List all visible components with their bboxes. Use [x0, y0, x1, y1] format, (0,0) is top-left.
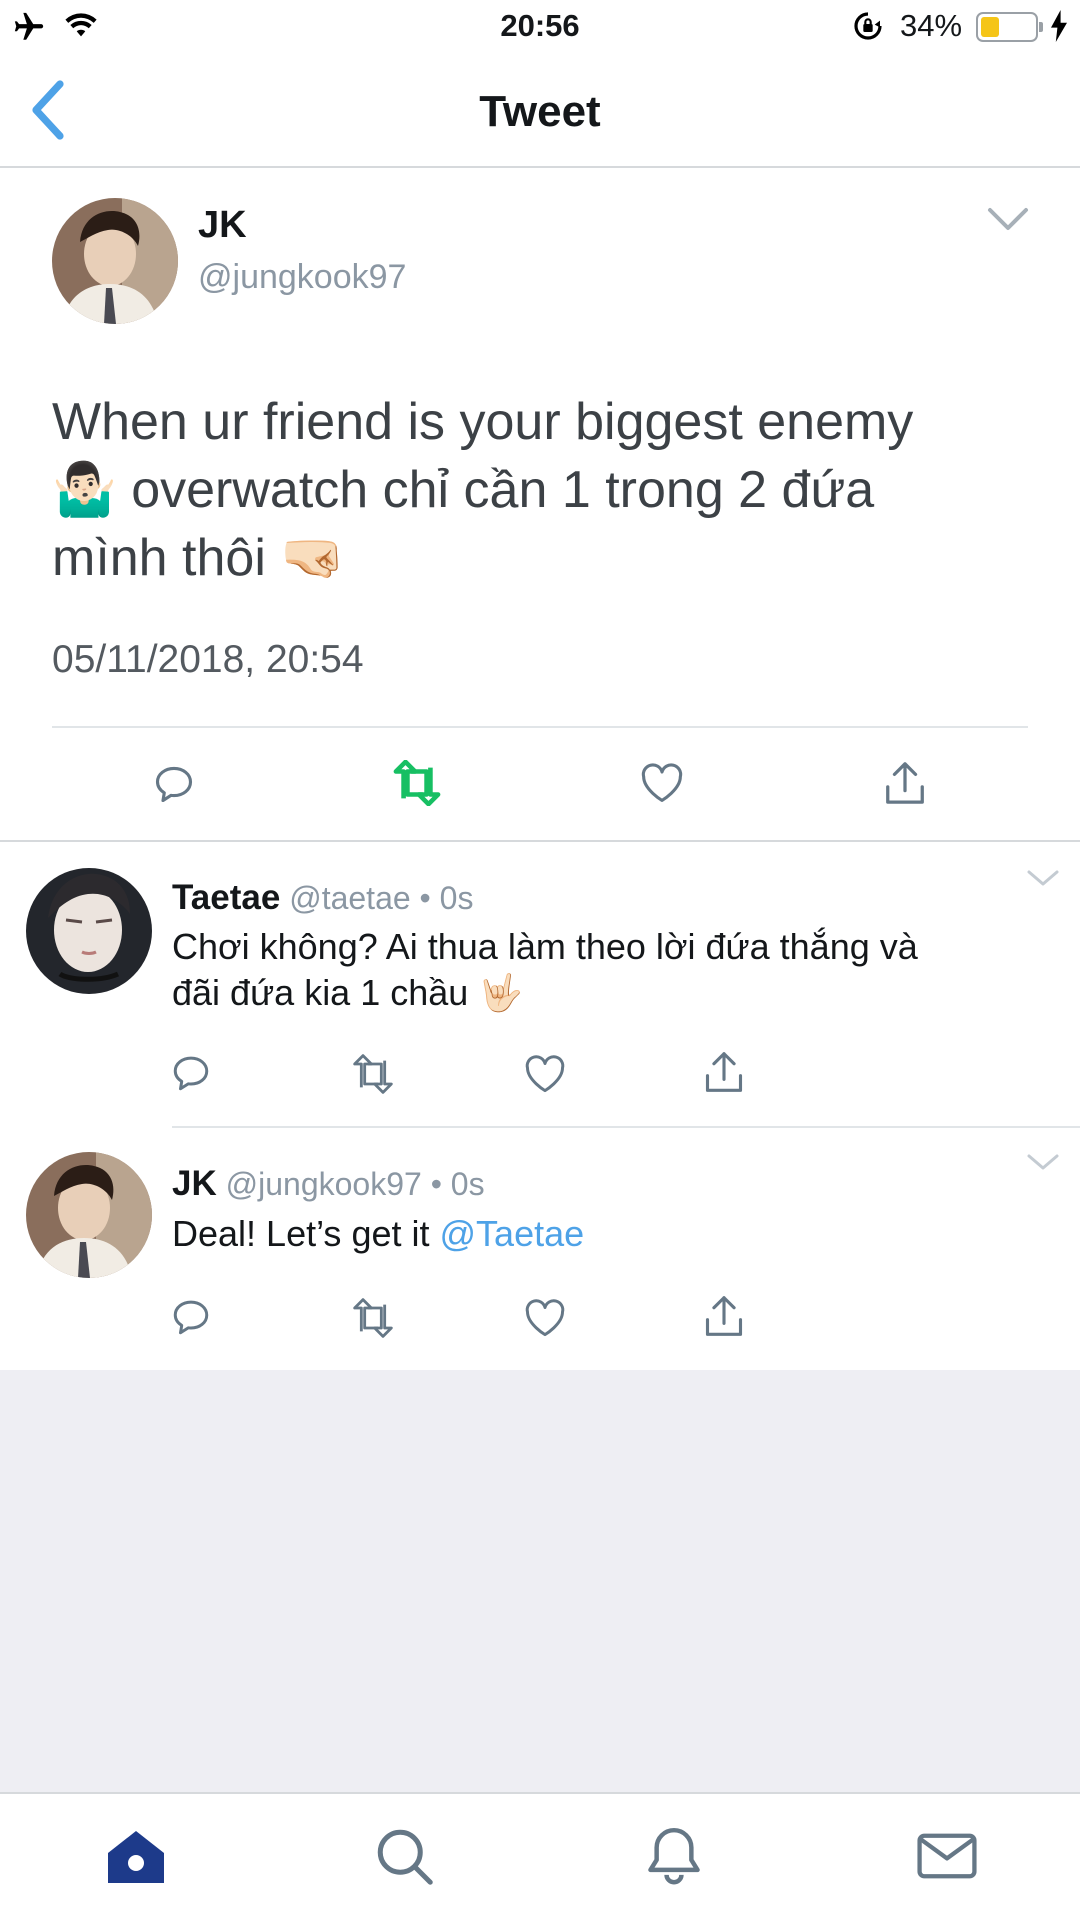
avatar[interactable]	[52, 198, 178, 324]
reply-text: Deal! Let’s get it @Taetae	[172, 1213, 585, 1254]
reply-author-handle[interactable]: @jungkook97	[226, 1166, 422, 1202]
reply-header: Taetae @taetae • 0s	[172, 878, 473, 918]
retweet-icon[interactable]	[350, 1298, 396, 1338]
divider	[172, 1126, 1080, 1128]
like-icon[interactable]	[524, 1054, 566, 1094]
reply-author-name[interactable]: Taetae	[172, 878, 280, 917]
reply-icon[interactable]	[170, 1296, 212, 1338]
tweet-text-line: 🤷🏻‍♂️ overwatch chỉ cần 1 trong 2 đứa	[52, 461, 875, 519]
avatar[interactable]	[26, 1152, 152, 1278]
chevron-down-icon[interactable]	[1026, 1152, 1060, 1172]
chevron-down-icon[interactable]	[986, 204, 1030, 234]
chevron-down-icon[interactable]	[1026, 868, 1060, 888]
author-handle[interactable]: @jungkook97	[198, 258, 406, 297]
search-icon[interactable]	[374, 1826, 434, 1886]
empty-area	[0, 1370, 1080, 1792]
mention-link[interactable]: @Taetae	[440, 1213, 585, 1254]
reply-header: JK @jungkook97 • 0s	[172, 1164, 485, 1204]
notifications-icon[interactable]	[644, 1824, 704, 1886]
tab-bar	[0, 1792, 1080, 1922]
nav-bar: Tweet	[0, 54, 1080, 168]
reply-time: • 0s	[410, 880, 474, 916]
share-icon[interactable]	[702, 1294, 746, 1338]
page-title: Tweet	[479, 87, 601, 136]
avatar[interactable]	[26, 868, 152, 994]
reply-icon[interactable]	[170, 1052, 212, 1094]
status-bar: 20:56 34%	[0, 0, 1080, 54]
reply-author-handle[interactable]: @taetae	[289, 880, 410, 916]
like-icon[interactable]	[640, 762, 684, 804]
orientation-lock-icon	[854, 12, 882, 40]
tweet-text-line: mình thôi 🤜🏻	[52, 529, 346, 587]
tweet-text: When ur friend is your biggest enemy 🤷🏻‍…	[52, 388, 1012, 592]
tweet-text-line: When ur friend is your biggest enemy	[52, 393, 914, 451]
battery-percentage: 34%	[900, 8, 963, 43]
like-icon[interactable]	[524, 1298, 566, 1338]
reply-time: • 0s	[421, 1166, 485, 1202]
charging-bolt-icon	[1051, 10, 1067, 42]
reply-text-line: Chơi không? Ai thua làm theo lời đứa thắ…	[172, 926, 918, 967]
retweet-icon[interactable]	[350, 1054, 396, 1094]
share-icon[interactable]	[882, 760, 928, 806]
divider	[52, 726, 1028, 728]
author-name[interactable]: JK	[198, 204, 247, 247]
reply-icon[interactable]	[152, 762, 196, 806]
tweet-timestamp: 05/11/2018, 20:54	[52, 638, 364, 681]
home-icon[interactable]	[104, 1828, 168, 1886]
fist-emoji: 🤜🏻	[280, 529, 346, 587]
retweet-icon[interactable]	[392, 760, 442, 806]
reply-text: Chơi không? Ai thua làm theo lời đứa thắ…	[172, 924, 1032, 1016]
reply-text-line: đãi đứa kia 1 chầu 🤟🏻	[172, 972, 524, 1013]
battery-icon	[976, 12, 1043, 42]
reply-author-name[interactable]: JK	[172, 1164, 217, 1203]
share-icon[interactable]	[702, 1050, 746, 1094]
rock-hand-emoji: 🤟🏻	[478, 972, 524, 1013]
shrug-emoji: 🤷🏻‍♂️	[52, 461, 117, 519]
messages-icon[interactable]	[916, 1832, 978, 1880]
divider	[0, 840, 1080, 842]
